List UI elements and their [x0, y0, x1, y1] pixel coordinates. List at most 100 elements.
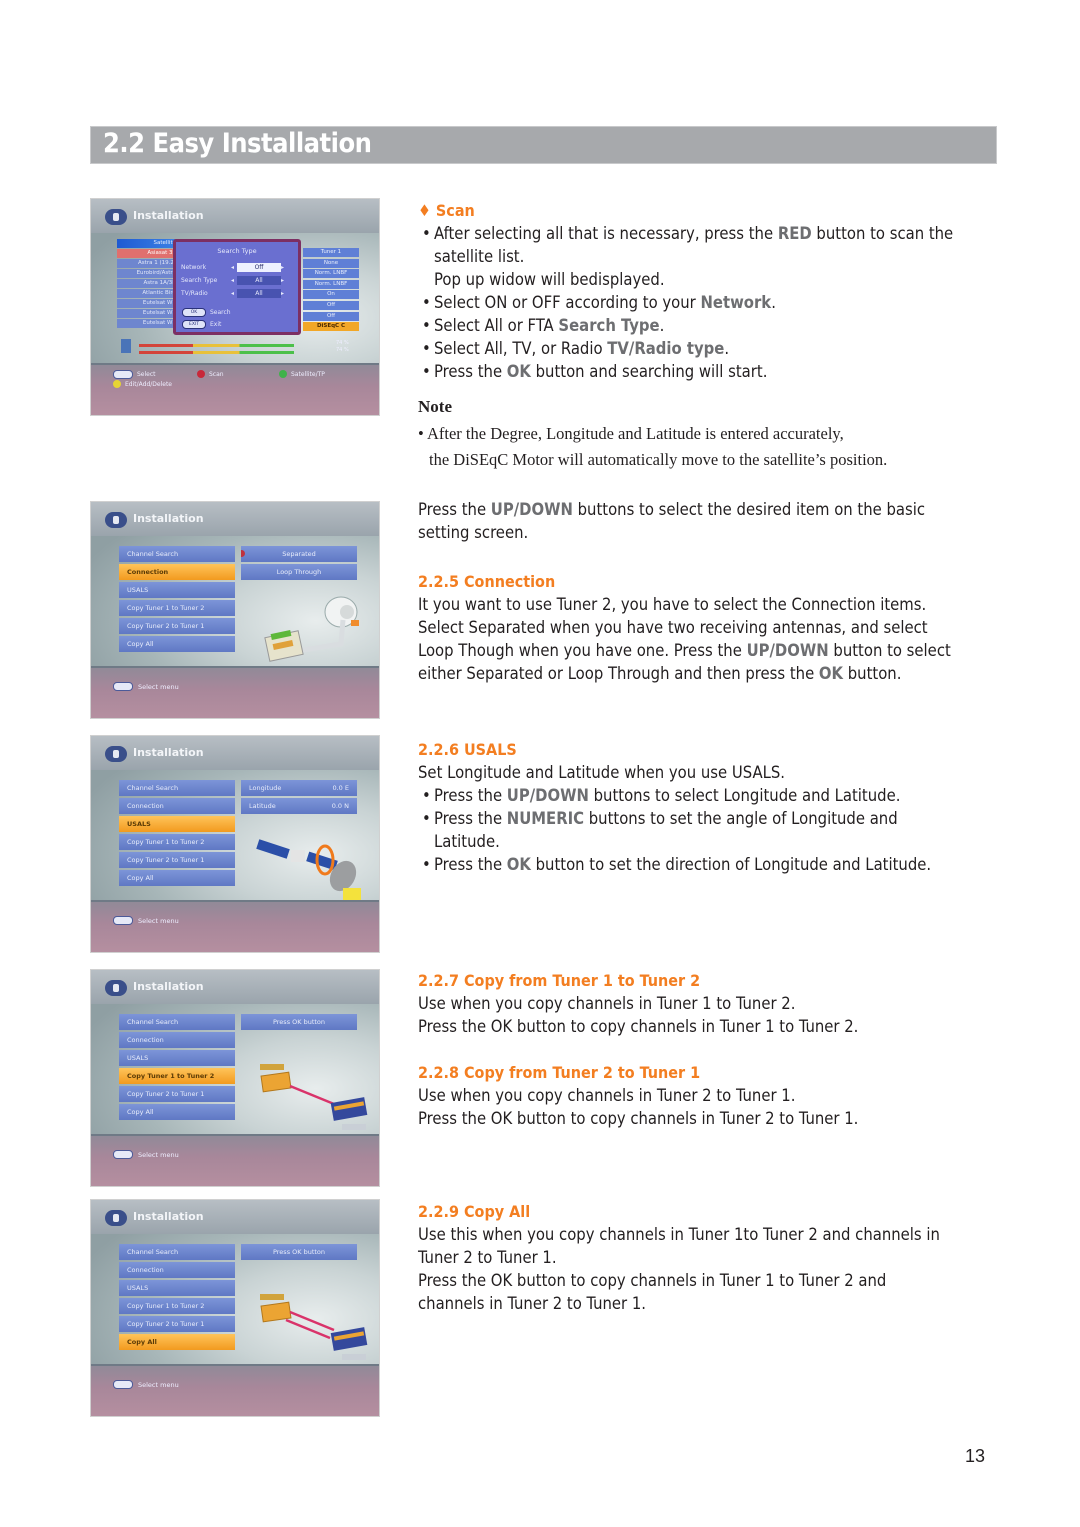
scan-bullet-1: • After selecting all that is necessary,…: [422, 224, 954, 243]
menu-item: Channel Search: [119, 1244, 235, 1260]
screenshot-copy-all: Installation Channel Search Connection U…: [90, 1199, 380, 1417]
tuner-setting: On: [303, 290, 359, 300]
menu-item: USALS: [119, 1050, 235, 1066]
signal-bars: [139, 344, 294, 358]
copy-message: Press OK button: [241, 1014, 357, 1032]
satellite-list-header: Satellite: [117, 239, 179, 248]
note-section: Note • After the Degree, Longitude and L…: [418, 396, 1008, 473]
copy21-heading: 2.2.8 Copy from Tuner 2 to Tuner 1: [418, 1063, 701, 1082]
connection-options: Separated Loop Through: [241, 546, 357, 582]
menu-item-active: Copy Tuner 1 to Tuner 2: [119, 1068, 235, 1084]
screenshot-usals: Installation Channel Search Connection U…: [90, 735, 380, 953]
satellite-item: Astra 1A/3B: [117, 279, 179, 288]
tuner-setting: Off: [303, 300, 359, 310]
installation-icon: [105, 512, 127, 528]
satellite-list: Satellite Asiasat 3S Astra 1 (19.2) Euro…: [117, 239, 179, 328]
lnb-icon: [351, 620, 359, 626]
installation-icon: [105, 1210, 127, 1226]
press-ok-message: Press OK button: [241, 1014, 357, 1030]
connection-section: 2.2.5 Connection It you want to use Tune…: [418, 570, 1008, 685]
red-button-icon: [197, 370, 205, 378]
scan-section: ♦ Scan • After selecting all that is nec…: [418, 199, 1008, 383]
scan-bullet-3: • Select All or FTA Search Type.: [422, 316, 665, 335]
menu-item: Copy Tuner 1 to Tuner 2: [119, 1298, 235, 1314]
usals-bullet-2: • Press the NUMERIC buttons to set the a…: [422, 809, 898, 828]
menu-item: USALS: [119, 1280, 235, 1296]
menu-item: Channel Search: [119, 546, 235, 562]
menu-item: USALS: [119, 582, 235, 598]
copyall-heading: 2.2.9 Copy All: [418, 1202, 531, 1221]
ok-key-icon: [113, 370, 133, 379]
intro-paragraph: Press the UP/DOWN buttons to select the …: [418, 500, 926, 542]
popup-row-search-type: Search Type ◂ All ▸: [181, 275, 293, 285]
section-header-bar: 2.2 Easy Installation: [90, 126, 997, 164]
satellite-item: Atlantic Bird: [117, 289, 179, 298]
latitude-row: Latitude 0.0 N: [241, 798, 357, 814]
satellite-item: Eurobird/Astra: [117, 269, 179, 278]
footer-select-menu: Select menu: [113, 1150, 179, 1159]
connection-heading: 2.2.5 Connection: [418, 572, 556, 591]
tuner-setting: Norm. LNBF: [303, 269, 359, 279]
ok-key-icon: [113, 1150, 133, 1159]
popup-row-network: Network ◂ Off ▸: [181, 262, 293, 272]
copy-arrow: [289, 1084, 335, 1106]
installation-icon: [105, 746, 127, 762]
footer-select-menu: Select menu: [113, 682, 179, 691]
satellite-item: Eutelsat W2: [117, 309, 179, 318]
popup-title: Search Type: [217, 247, 257, 255]
copy-tuner1-to-tuner2-section: 2.2.7 Copy from Tuner 1 to Tuner 2 Use w…: [418, 969, 1008, 1038]
ok-key-icon: [113, 916, 133, 925]
usals-heading: 2.2.6 USALS: [418, 740, 517, 759]
menu-item: Copy Tuner 2 to Tuner 1: [119, 618, 235, 634]
menu-item: Connection: [119, 1262, 235, 1278]
solar-panel-left: [256, 839, 290, 859]
menu-item: Copy Tuner 2 to Tuner 1: [119, 1086, 235, 1102]
menu-item: Copy Tuner 1 to Tuner 2: [119, 600, 235, 616]
scan-bullet-4: • Select All, TV, or Radio TV/Radio type…: [422, 339, 730, 358]
legend-scan: Scan: [197, 370, 224, 378]
menu-item-active: Copy All: [119, 1334, 235, 1350]
signal-strength-bar: [139, 344, 294, 347]
screen-title: Installation: [133, 209, 204, 222]
footer-select-menu: Select menu: [113, 916, 179, 925]
installation-menu: Channel Search Connection USALS Copy Tun…: [119, 1244, 235, 1352]
satellite-item: Eutelsat W3: [117, 319, 179, 328]
menu-item: Connection: [119, 1032, 235, 1048]
menu-item: Connection: [119, 798, 235, 814]
menu-item: Copy Tuner 1 to Tuner 2: [119, 834, 235, 850]
ok-key-icon: [113, 682, 133, 691]
tuner-settings-column: Tuner 1 None Norm. LNBF Norm. LNBF On Of…: [303, 248, 359, 333]
arrow-right-icon: ▸: [281, 263, 285, 271]
motor-box: [343, 888, 361, 900]
note-heading: Note: [418, 397, 452, 416]
option-separated: Separated: [241, 546, 357, 562]
arrow-right-icon: ▸: [281, 276, 285, 284]
copy-arrow-1: [289, 1310, 335, 1332]
menu-item-active: USALS: [119, 816, 235, 832]
screenshot-scan: Installation Satellite Asiasat 3S Astra …: [90, 198, 380, 416]
signal-quality-bar: [139, 351, 294, 354]
yellow-button-icon: [113, 380, 121, 388]
tuner-copy-illustration: [260, 1064, 368, 1130]
section-title: 2.2 Easy Installation: [103, 128, 372, 159]
installation-icon: [105, 980, 127, 996]
installation-icon: [105, 209, 127, 225]
tuner-setting: Norm. LNBF: [303, 279, 359, 289]
legend-select: Select: [113, 370, 156, 379]
scan-bullet-2: • Select ON or OFF according to your Net…: [422, 293, 776, 312]
tuner-setting: Tuner 1: [303, 248, 359, 257]
satellite-motor-illustration: [256, 839, 361, 900]
usals-bullet-3: • Press the OK button to set the directi…: [422, 855, 932, 874]
page-number: 13: [965, 1446, 986, 1466]
menu-item: Channel Search: [119, 780, 235, 796]
menu-item: Copy All: [119, 870, 235, 886]
press-ok-message: Press OK button: [241, 1244, 357, 1260]
footer-select-menu: Select menu: [113, 1380, 179, 1389]
menu-item: Copy Tuner 2 to Tuner 1: [119, 852, 235, 868]
usals-bullet-1: • Press the UP/DOWN buttons to select Lo…: [422, 786, 901, 805]
usals-section: 2.2.6 USALS Set Longitude and Latitude w…: [418, 738, 1008, 876]
installation-menu: Channel Search Connection USALS Copy Tun…: [119, 546, 235, 654]
tuner-setting: Off: [303, 311, 359, 321]
tuner1-label: [260, 1064, 284, 1070]
satellite-item: Astra 1 (19.2): [117, 259, 179, 268]
